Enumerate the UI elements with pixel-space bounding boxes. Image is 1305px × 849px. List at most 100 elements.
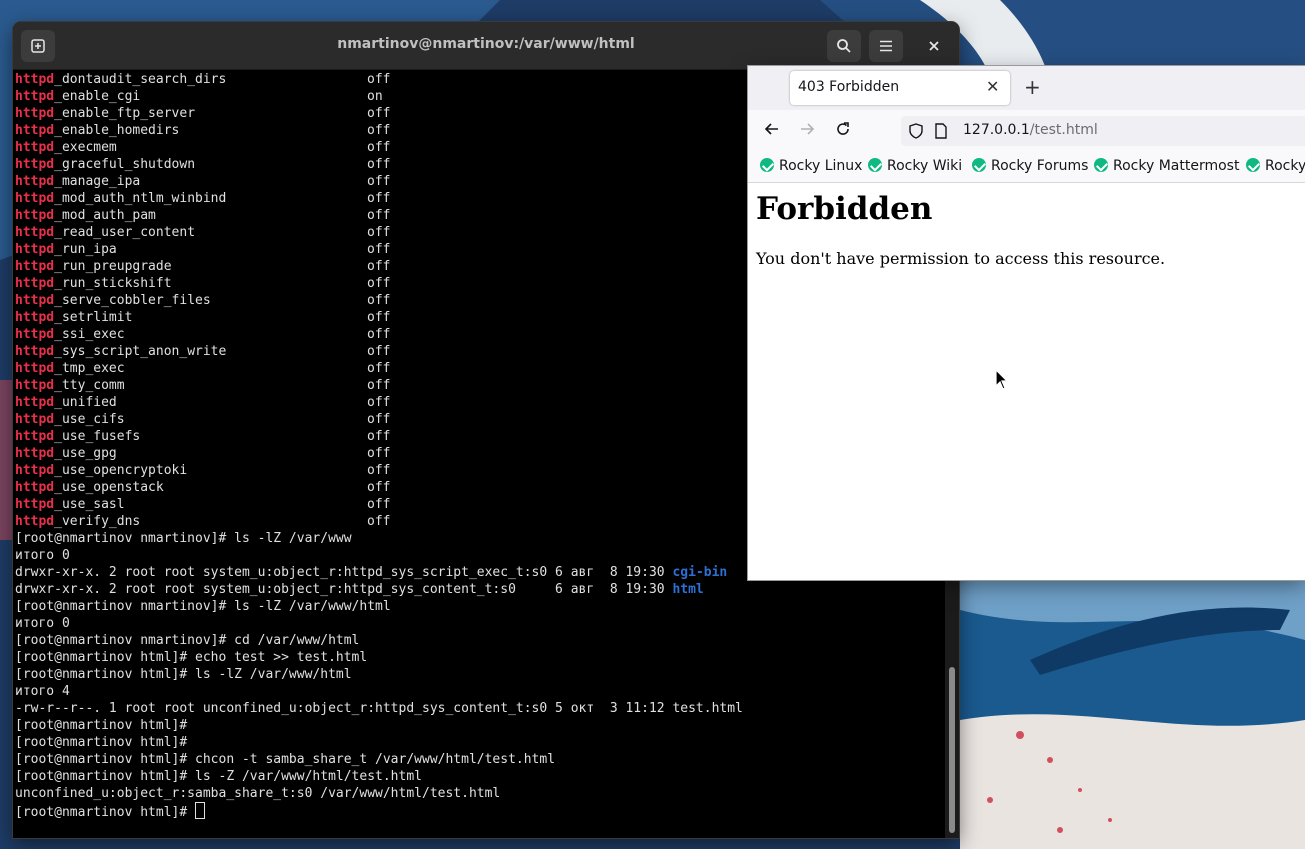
terminal-header-bar[interactable]: nmartinov@nmartinov:/var/www/html: [13, 22, 959, 70]
boolean-value: off: [367, 310, 391, 325]
boolean-value: off: [367, 412, 391, 427]
boolean-value: off: [367, 446, 391, 461]
tab-strip: 403 Forbidden ✕ +: [748, 66, 1305, 110]
bookmark-rocky-linux[interactable]: Rocky Linux: [760, 158, 862, 174]
terminal-prompt-line[interactable]: [root@nmartinov html]#: [15, 802, 945, 820]
terminal-line: drwxr-xr-x. 2 root root system_u:object_…: [15, 581, 945, 598]
scrollbar-thumb[interactable]: [949, 667, 955, 833]
boolean-value: off: [367, 327, 391, 342]
search-icon: [837, 39, 851, 53]
boolean-name: _run_ipa: [54, 242, 117, 257]
boolean-name: _mod_auth_pam: [54, 208, 156, 223]
boolean-value: off: [367, 361, 391, 376]
boolean-prefix: httpd: [15, 293, 55, 308]
boolean-value: off: [367, 429, 391, 444]
terminal-line: [root@nmartinov nmartinov]# ls -lZ /var/…: [15, 598, 945, 615]
boolean-value: off: [367, 208, 391, 223]
page-message: You don't have permission to access this…: [756, 249, 1166, 268]
bookmark-label: Rocky Linux: [779, 158, 863, 174]
boolean-name: _enable_ftp_server: [54, 106, 196, 121]
terminal-line-text: итого 0: [15, 616, 70, 631]
rocky-logo-icon: [1246, 158, 1260, 172]
tab-active[interactable]: 403 Forbidden ✕: [790, 71, 1010, 105]
boolean-name: _graceful_shutdown: [54, 157, 196, 172]
reload-icon[interactable]: [835, 121, 851, 142]
boolean-prefix: httpd: [15, 242, 55, 257]
url-host: 127.0.0.1: [963, 122, 1030, 138]
close-button[interactable]: [917, 30, 951, 62]
boolean-prefix: httpd: [15, 344, 55, 359]
shield-icon[interactable]: [909, 123, 923, 143]
boolean-name: _sys_script_anon_write: [54, 344, 227, 359]
browser-window[interactable]: 403 Forbidden ✕ + 127.0.0.1/test.html Ro…: [748, 66, 1305, 580]
boolean-prefix: httpd: [15, 106, 55, 121]
rocky-logo-icon: [868, 158, 882, 172]
bookmark-rocky-forums[interactable]: Rocky Forums: [972, 158, 1088, 174]
url-bar[interactable]: 127.0.0.1/test.html: [901, 116, 1305, 146]
boolean-prefix: httpd: [15, 174, 55, 189]
terminal-line-text: drwxr-xr-x. 2 root root system_u:object_…: [15, 565, 673, 580]
search-button[interactable]: [827, 30, 861, 62]
terminal-line-text: drwxr-xr-x. 2 root root system_u:object_…: [15, 582, 673, 597]
boolean-prefix: httpd: [15, 276, 55, 291]
boolean-prefix: httpd: [15, 89, 55, 104]
boolean-prefix: httpd: [15, 395, 55, 410]
boolean-name: _use_opencryptoki: [54, 463, 188, 478]
new-tab-button[interactable]: [21, 30, 55, 62]
boolean-name: _tmp_exec: [54, 361, 125, 376]
boolean-prefix: httpd: [15, 480, 55, 495]
boolean-name: _use_gpg: [54, 446, 117, 461]
boolean-name: _enable_cgi: [54, 89, 141, 104]
bookmark-label: Rocky Wiki: [887, 158, 963, 174]
boolean-prefix: httpd: [15, 361, 55, 376]
terminal-line: [root@nmartinov html]# ls -lZ /var/www/h…: [15, 666, 945, 683]
terminal-line-text: [root@nmartinov html]# ls -lZ /var/www/h…: [15, 667, 352, 682]
boolean-value: off: [367, 276, 391, 291]
terminal-line: [root@nmartinov html]# chcon -t samba_sh…: [15, 751, 945, 768]
boolean-prefix: httpd: [15, 208, 55, 223]
boolean-name: _ssi_exec: [54, 327, 125, 342]
url-text[interactable]: 127.0.0.1/test.html: [963, 122, 1098, 138]
terminal-line-text: [root@nmartinov nmartinov]# cd /var/www/…: [15, 633, 360, 648]
boolean-value: off: [367, 497, 391, 512]
forward-arrow-icon[interactable]: [799, 121, 815, 142]
boolean-value: off: [367, 259, 391, 274]
terminal-title: nmartinov@nmartinov:/var/www/html: [337, 36, 635, 52]
boolean-prefix: httpd: [15, 310, 55, 325]
text-cursor: [195, 802, 206, 819]
mouse-pointer-icon: [995, 369, 1009, 390]
boolean-value: off: [367, 123, 391, 138]
bookmark-rocky-wiki[interactable]: Rocky Wiki: [868, 158, 962, 174]
terminal-line: итого 4: [15, 683, 945, 700]
boolean-prefix: httpd: [15, 378, 55, 393]
terminal-line: [root@nmartinov html]# echo test >> test…: [15, 649, 945, 666]
new-tab-plus-icon[interactable]: +: [1024, 75, 1041, 99]
terminal-line: итого 0: [15, 615, 945, 632]
terminal-line-text: -rw-r--r--. 1 root root unconfined_u:obj…: [15, 701, 743, 716]
boolean-value: off: [367, 106, 391, 121]
boolean-name: _read_user_content: [54, 225, 196, 240]
boolean-name: _enable_homedirs: [54, 123, 180, 138]
boolean-value: off: [367, 344, 391, 359]
boolean-prefix: httpd: [15, 497, 55, 512]
boolean-value: off: [367, 157, 391, 172]
menu-button[interactable]: [869, 30, 903, 62]
close-tab-icon[interactable]: ✕: [986, 77, 999, 96]
url-path: /test.html: [1029, 122, 1098, 138]
boolean-value: off: [367, 140, 391, 155]
terminal-line: [root@nmartinov nmartinov]# cd /var/www/…: [15, 632, 945, 649]
bookmark-rocky-mattermost[interactable]: Rocky Mattermost: [1094, 158, 1239, 174]
page-content: Forbidden You don't have permission to a…: [748, 183, 1305, 580]
page-icon: [935, 123, 947, 143]
terminal-line-text: [root@nmartinov html]#: [15, 718, 188, 733]
boolean-value: off: [367, 378, 391, 393]
terminal-line: [root@nmartinov html]# ls -Z /var/www/ht…: [15, 768, 945, 785]
boolean-name: _run_preupgrade: [54, 259, 172, 274]
boolean-value: off: [367, 174, 391, 189]
bookmark-rocky[interactable]: Rocky: [1246, 158, 1305, 174]
back-arrow-icon[interactable]: [764, 121, 780, 142]
boolean-prefix: httpd: [15, 412, 55, 427]
boolean-prefix: httpd: [15, 463, 55, 478]
boolean-prefix: httpd: [15, 327, 55, 342]
directory-name: html: [672, 582, 704, 597]
